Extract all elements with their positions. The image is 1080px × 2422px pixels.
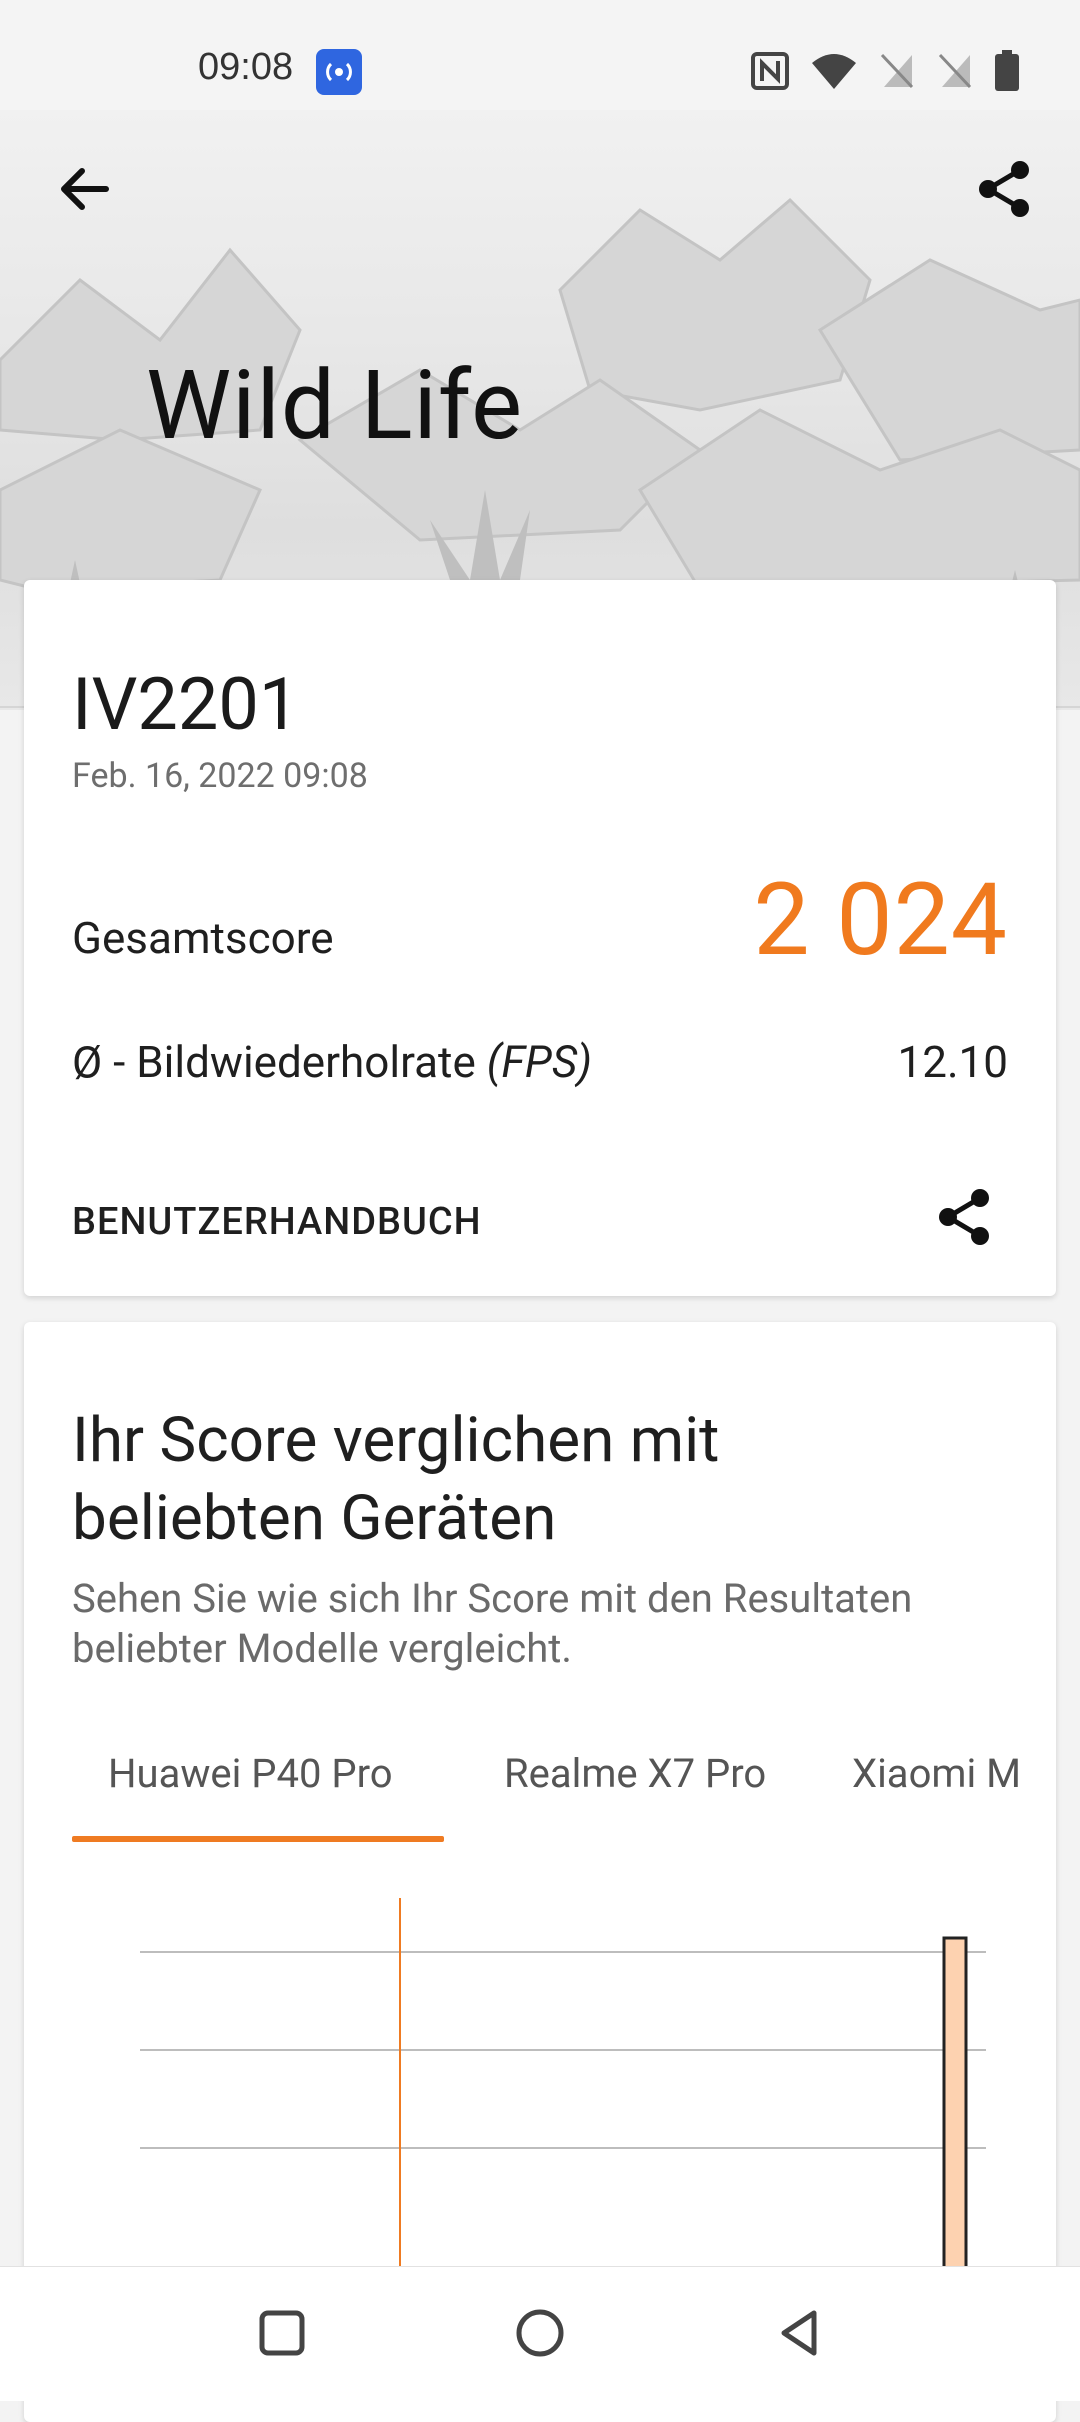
comparison-title: Ihr Score verglichen mit beliebten Gerät… [72,1404,720,1555]
comparison-card: Ihr Score verglichen mit beliebten Gerät… [24,1322,1056,2422]
wifi-icon [810,51,858,95]
sim-off-icon [878,51,916,95]
total-score-value: 2 024 [753,862,1008,979]
device-name: IV2201 [72,662,300,747]
share-icon [979,161,1029,217]
back-button[interactable] [50,154,120,224]
active-tab-indicator [72,1836,444,1842]
share-icon [939,1189,989,1245]
fps-label: Ø - Bildwiederholrate (FPS) [72,1036,592,1088]
battery-icon [994,50,1020,96]
status-icons [750,50,1020,96]
status-bar: 09:08 [0,0,1080,110]
result-date: Feb. 16, 2022 09:08 [72,756,368,796]
back-nav-button[interactable] [768,2301,832,2365]
share-button[interactable] [970,154,1040,224]
back-triangle-icon [781,2310,817,2356]
comparison-chart [140,1898,986,2282]
fps-label-unit: (FPS) [486,1036,593,1088]
recent-apps-button[interactable] [250,2301,314,2365]
user-manual-button[interactable]: BENUTZERHANDBUCH [72,1200,482,1244]
tab-huawei-p40-pro[interactable]: Huawei P40 Pro [108,1750,393,1797]
nfc-icon [750,51,790,95]
tab-realme-x7-pro[interactable]: Realme X7 Pro [504,1750,766,1797]
broadcast-app-icon [316,49,362,95]
sim-off-icon [936,51,974,95]
share-result-button[interactable] [930,1182,1000,1252]
fps-label-text: Ø - Bildwiederholrate [72,1036,487,1088]
recent-apps-icon [259,2310,305,2356]
device-tabs: Huawei P40 Pro Realme X7 Pro Xiaomi M [72,1750,1032,1830]
home-icon [516,2309,564,2357]
home-button[interactable] [508,2301,572,2365]
arrow-left-icon [61,168,109,210]
navigation-bar [0,2266,1080,2401]
comparison-bar [942,1936,968,2282]
result-card: IV2201 Feb. 16, 2022 09:08 Gesamtscore 2… [24,580,1056,1296]
comparison-subtitle: Sehen Sie wie sich Ihr Score mit den Res… [72,1575,913,1672]
fps-value: 12.10 [897,1036,1008,1088]
page-title: Wild Life [146,350,524,462]
total-score-label: Gesamtscore [72,912,334,964]
tab-xiaomi[interactable]: Xiaomi M [852,1750,1021,1797]
status-time: 09:08 [198,46,294,88]
